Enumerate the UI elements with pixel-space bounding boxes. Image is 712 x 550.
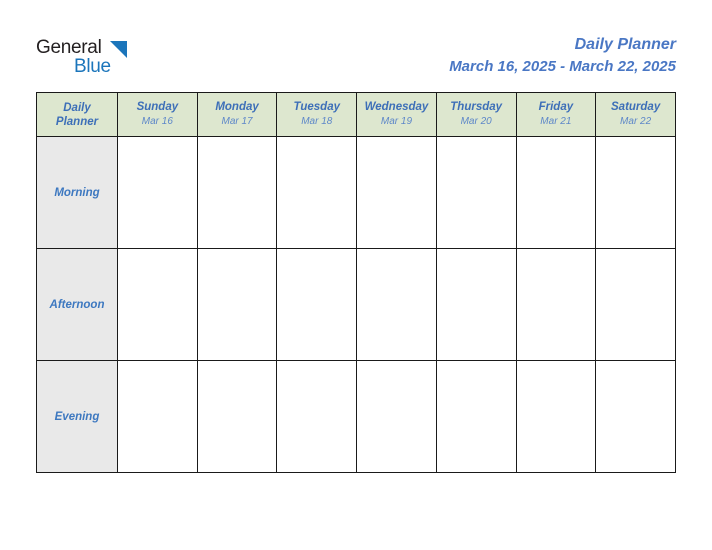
slot-afternoon-sunday[interactable] [117, 248, 198, 361]
table-row-afternoon: Afternoon [36, 248, 676, 361]
slot-afternoon-tuesday[interactable] [276, 248, 358, 361]
slot-evening-tuesday[interactable] [276, 360, 358, 473]
period-label-cell-evening: Evening [36, 360, 118, 473]
day-date-label: Mar 17 [221, 116, 253, 127]
title-block: Daily Planner March 16, 2025 - March 22,… [449, 34, 676, 77]
slot-evening-thursday[interactable] [435, 360, 517, 473]
logo-text-general: General [36, 37, 102, 58]
slot-evening-sunday[interactable] [117, 360, 198, 473]
day-header-friday: Friday Mar 21 [515, 92, 597, 137]
slot-morning-thursday[interactable] [435, 136, 517, 249]
logo-triangle-icon [110, 41, 127, 58]
table-row-morning: Morning [36, 136, 676, 249]
date-range-label: March 16, 2025 - March 22, 2025 [449, 58, 676, 75]
table-row-evening: Evening [36, 360, 676, 473]
corner-header-cell: Daily Planner [36, 92, 118, 137]
logo-text-blue: Blue [74, 56, 111, 77]
day-header-monday: Monday Mar 17 [196, 92, 278, 137]
day-name-label: Saturday [611, 101, 661, 113]
slot-afternoon-saturday[interactable] [595, 248, 676, 361]
day-date-label: Mar 18 [301, 116, 333, 127]
slot-afternoon-friday[interactable] [515, 248, 597, 361]
slot-evening-monday[interactable] [196, 360, 278, 473]
day-header-saturday: Saturday Mar 22 [595, 92, 676, 137]
slot-afternoon-wednesday[interactable] [356, 248, 437, 361]
day-header-thursday: Thursday Mar 20 [435, 92, 517, 137]
slot-morning-saturday[interactable] [595, 136, 676, 249]
page-title: Daily Planner [574, 36, 676, 53]
day-header-tuesday: Tuesday Mar 18 [276, 92, 358, 137]
slot-morning-wednesday[interactable] [356, 136, 437, 249]
slot-evening-wednesday[interactable] [356, 360, 437, 473]
day-name-label: Monday [215, 101, 259, 113]
period-label: Morning [54, 186, 100, 199]
slot-morning-monday[interactable] [196, 136, 278, 249]
day-name-label: Tuesday [293, 101, 340, 113]
day-date-label: Mar 22 [620, 116, 652, 127]
day-header-sunday: Sunday Mar 16 [117, 92, 198, 137]
period-label-cell-morning: Morning [36, 136, 118, 249]
day-date-label: Mar 20 [460, 116, 492, 127]
day-name-label: Thursday [450, 101, 503, 113]
table-header-row: Daily Planner Sunday Mar 16 Monday Mar 1… [36, 92, 676, 137]
day-header-wednesday: Wednesday Mar 19 [356, 92, 437, 137]
page-header: General Blue Daily Planner March 16, 202… [36, 34, 676, 82]
corner-label-line1: Daily [63, 101, 91, 114]
day-name-label: Wednesday [364, 101, 429, 113]
slot-morning-friday[interactable] [515, 136, 597, 249]
day-date-label: Mar 16 [141, 116, 173, 127]
corner-label-line2: Planner [55, 115, 99, 128]
daily-planner-page: General Blue Daily Planner March 16, 202… [0, 0, 712, 550]
slot-morning-tuesday[interactable] [276, 136, 358, 249]
slot-evening-saturday[interactable] [595, 360, 676, 473]
general-blue-logo: General Blue [36, 38, 236, 84]
day-date-label: Mar 21 [540, 116, 572, 127]
day-name-label: Friday [538, 101, 574, 113]
day-name-label: Sunday [136, 101, 179, 113]
slot-afternoon-monday[interactable] [196, 248, 278, 361]
slot-evening-friday[interactable] [515, 360, 597, 473]
period-label: Evening [54, 410, 100, 423]
period-label-cell-afternoon: Afternoon [36, 248, 118, 361]
slot-afternoon-thursday[interactable] [435, 248, 517, 361]
planner-table: Daily Planner Sunday Mar 16 Monday Mar 1… [36, 92, 676, 473]
period-label: Afternoon [49, 298, 105, 311]
slot-morning-sunday[interactable] [117, 136, 198, 249]
day-date-label: Mar 19 [380, 116, 413, 127]
